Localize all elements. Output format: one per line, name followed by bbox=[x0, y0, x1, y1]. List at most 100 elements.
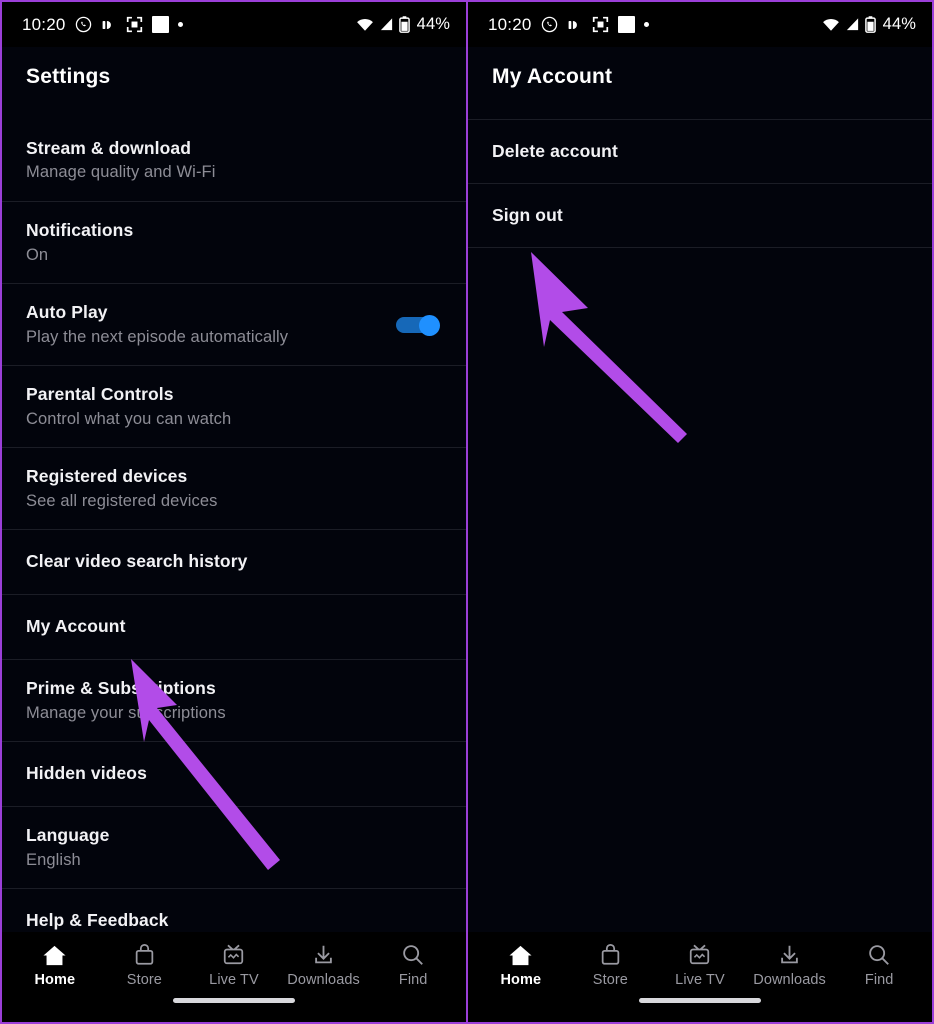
nav-item-find[interactable]: Find bbox=[369, 942, 457, 988]
list-item-delete-account[interactable]: Delete account bbox=[468, 119, 932, 183]
status-bar-right: 44% bbox=[356, 15, 450, 34]
nav-item-find[interactable]: Find bbox=[835, 942, 923, 988]
download-icon bbox=[777, 942, 802, 968]
half-circle-icon bbox=[567, 17, 583, 33]
status-bar-left: 10:20 bbox=[22, 15, 183, 35]
page-title: Settings bbox=[26, 65, 111, 88]
list-item-sign-out[interactable]: Sign out bbox=[468, 183, 932, 247]
list-item-title: Sign out bbox=[492, 204, 563, 225]
whatsapp-icon bbox=[541, 16, 558, 33]
cellular-signal-icon bbox=[845, 17, 860, 32]
list-item-title: Parental Controls bbox=[26, 384, 174, 405]
dot-icon bbox=[643, 22, 649, 27]
bottom-navigation: Home Store Live TV Downloads Find bbox=[468, 932, 932, 1022]
settings-list: Stream & download Manage quality and Wi-… bbox=[2, 119, 466, 953]
nav-label: Downloads bbox=[753, 972, 826, 988]
list-item[interactable]: Notifications On bbox=[2, 201, 466, 283]
download-icon bbox=[311, 942, 336, 968]
whatsapp-icon bbox=[75, 16, 92, 33]
list-item-subtitle: Manage your subscriptions bbox=[26, 703, 226, 722]
status-bar: 10:20 44% bbox=[2, 2, 466, 47]
list-item-title: My Account bbox=[26, 616, 126, 637]
nav-item-live-tv[interactable]: Live TV bbox=[656, 942, 744, 988]
nav-item-store[interactable]: Store bbox=[566, 942, 654, 988]
nav-item-downloads[interactable]: Downloads bbox=[280, 942, 368, 988]
status-time: 10:20 bbox=[488, 14, 532, 34]
status-bar: 10:20 44% bbox=[468, 2, 932, 47]
list-item[interactable]: Hidden videos bbox=[2, 741, 466, 806]
list-item-title: Language bbox=[26, 825, 110, 846]
battery-icon bbox=[864, 16, 876, 33]
list-item[interactable]: Parental Controls Control what you can w… bbox=[2, 365, 466, 447]
right-page-header: My Account bbox=[468, 47, 932, 119]
list-item-subtitle: Control what you can watch bbox=[26, 409, 232, 428]
nav-label: Home bbox=[500, 972, 542, 988]
live-tv-icon bbox=[687, 942, 712, 968]
search-icon bbox=[401, 942, 425, 968]
screenshot-stage: 10:20 44% Settings Stream & download Man… bbox=[0, 0, 934, 1024]
list-item[interactable]: Language English bbox=[2, 806, 466, 888]
list-item[interactable]: Prime & Subscriptions Manage your subscr… bbox=[2, 659, 466, 741]
wifi-icon bbox=[822, 17, 840, 32]
list-item-subtitle: Play the next episode automatically bbox=[26, 327, 289, 346]
auto-play-toggle[interactable] bbox=[396, 315, 440, 336]
white-square-icon bbox=[151, 16, 169, 33]
shopping-bag-icon bbox=[599, 942, 622, 968]
list-item-title: Delete account bbox=[492, 140, 618, 161]
list-item-title: Hidden videos bbox=[26, 763, 147, 784]
list-bottom-divider bbox=[468, 247, 932, 248]
nav-label: Store bbox=[126, 972, 162, 988]
list-item-my-account[interactable]: My Account bbox=[2, 594, 466, 659]
account-list: Delete account Sign out bbox=[468, 119, 932, 248]
toggle-thumb bbox=[419, 315, 440, 336]
battery-icon bbox=[398, 16, 410, 33]
status-time: 10:20 bbox=[22, 14, 66, 34]
list-item-title: Clear video search history bbox=[26, 551, 248, 572]
list-item-subtitle: See all registered devices bbox=[26, 491, 218, 510]
nav-label: Downloads bbox=[287, 972, 360, 988]
nav-label: Home bbox=[34, 972, 76, 988]
nav-item-live-tv[interactable]: Live TV bbox=[190, 942, 278, 988]
list-item-auto-play[interactable]: Auto Play Play the next episode automati… bbox=[2, 283, 466, 365]
list-item-title: Stream & download bbox=[26, 137, 192, 158]
home-icon bbox=[508, 942, 533, 968]
list-item-title: Notifications bbox=[26, 220, 134, 241]
list-item-title: Help & Feedback bbox=[26, 910, 169, 931]
list-item-subtitle: Manage quality and Wi-Fi bbox=[26, 163, 216, 182]
nav-item-home[interactable]: Home bbox=[11, 942, 99, 988]
wifi-icon bbox=[356, 17, 374, 32]
nav-label: Store bbox=[592, 972, 628, 988]
status-bar-left: 10:20 bbox=[488, 15, 649, 35]
half-circle-icon bbox=[101, 17, 117, 33]
list-item-title: Prime & Subscriptions bbox=[26, 678, 216, 699]
nav-item-store[interactable]: Store bbox=[100, 942, 188, 988]
left-page-header: Settings bbox=[2, 47, 466, 119]
white-square-icon bbox=[617, 16, 635, 33]
left-phone-panel: 10:20 44% Settings Stream & download Man… bbox=[0, 0, 467, 1024]
home-icon bbox=[42, 942, 67, 968]
page-title: My Account bbox=[492, 65, 613, 88]
home-indicator[interactable] bbox=[173, 998, 295, 1003]
shopping-bag-icon bbox=[133, 942, 156, 968]
nav-label: Live TV bbox=[675, 972, 725, 988]
dot-icon bbox=[177, 22, 183, 27]
nav-label: Find bbox=[398, 972, 428, 988]
home-indicator[interactable] bbox=[639, 998, 761, 1003]
nav-item-home[interactable]: Home bbox=[477, 942, 565, 988]
cellular-signal-icon bbox=[379, 17, 394, 32]
list-item-title: Registered devices bbox=[26, 466, 188, 487]
nav-item-downloads[interactable]: Downloads bbox=[746, 942, 834, 988]
list-item[interactable]: Registered devices See all registered de… bbox=[2, 447, 466, 529]
status-bar-right: 44% bbox=[822, 15, 916, 34]
list-item-title: Auto Play bbox=[26, 302, 108, 323]
right-phone-panel: 10:20 44% My Account Delete account Sign… bbox=[467, 0, 934, 1024]
list-item-subtitle: On bbox=[26, 245, 49, 264]
list-item[interactable]: Stream & download Manage quality and Wi-… bbox=[2, 119, 466, 201]
search-icon bbox=[867, 942, 891, 968]
list-item-subtitle: English bbox=[26, 850, 81, 869]
screenshot-frame-icon bbox=[592, 16, 609, 33]
battery-percent: 44% bbox=[882, 15, 916, 33]
screenshot-frame-icon bbox=[126, 16, 143, 33]
live-tv-icon bbox=[221, 942, 246, 968]
list-item[interactable]: Clear video search history bbox=[2, 529, 466, 594]
